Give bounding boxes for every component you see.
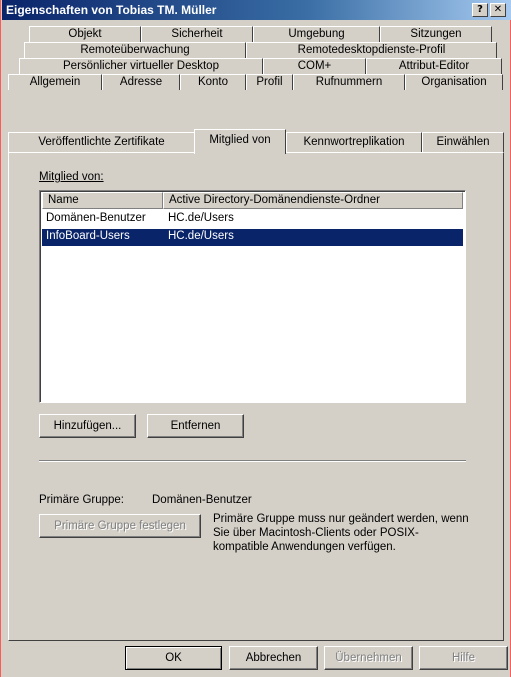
- tab-rufnummern[interactable]: Rufnummern: [293, 74, 405, 90]
- tab-allgemein[interactable]: Allgemein: [8, 74, 102, 90]
- group-name: Domänen-Benutzer: [46, 212, 146, 224]
- tab-label: Rufnummern: [315, 76, 383, 88]
- member-of-label: Mitglied von:: [39, 171, 104, 183]
- tab-remotedesktopdienste-profil[interactable]: Remotedesktopdienste-Profil: [246, 42, 497, 58]
- column-header-folder[interactable]: Active Directory-Domänendienste-Ordner: [163, 192, 463, 209]
- set-primary-group-button[interactable]: Primäre Gruppe festlegen: [39, 514, 201, 538]
- member-of-list[interactable]: Name Active Directory-Domänendienste-Ord…: [39, 190, 466, 403]
- tab-label: Remotedesktopdienste-Profil: [297, 44, 446, 56]
- tab-label: Allgemein: [29, 76, 81, 88]
- window-title: Eigenschaften von Tobias TM. Müller: [6, 3, 217, 17]
- help-button[interactable]: Hilfe: [419, 646, 508, 670]
- primary-group-description: Primäre Gruppe muss nur geändert werden,…: [213, 513, 469, 553]
- tab-com-plus[interactable]: COM+: [263, 58, 366, 74]
- tab-einwaehlen[interactable]: Einwählen: [422, 132, 504, 152]
- column-header-name[interactable]: Name: [42, 192, 163, 209]
- close-icon[interactable]: ✕: [490, 3, 506, 17]
- tab-label: Umgebung: [288, 28, 345, 40]
- tab-label: Einwählen: [436, 136, 490, 148]
- tab-label: Persönlicher virtueller Desktop: [63, 60, 219, 72]
- remove-button[interactable]: Entfernen: [147, 414, 244, 438]
- tab-label: Adresse: [119, 76, 163, 88]
- tab-attribut-editor[interactable]: Attribut-Editor: [366, 58, 502, 74]
- add-button[interactable]: Hinzufügen...: [39, 414, 136, 438]
- tab-label: Sicherheit: [171, 28, 223, 40]
- tab-label: Sitzungen: [410, 28, 462, 40]
- tab-veroeffentlichte-zertifikate[interactable]: Veröffentlichte Zertifikate: [8, 132, 195, 152]
- tab-label: Objekt: [68, 28, 102, 40]
- properties-dialog: Eigenschaften von Tobias TM. Müller ? ✕ …: [0, 0, 511, 677]
- tab-label: Mitglied von: [209, 134, 271, 146]
- primary-group-value: Domänen-Benutzer: [152, 494, 252, 506]
- cancel-button[interactable]: Abbrechen: [229, 646, 318, 670]
- tab-adresse[interactable]: Adresse: [102, 74, 180, 90]
- tab-konto[interactable]: Konto: [180, 74, 246, 90]
- tab-kennwortreplikation[interactable]: Kennwortreplikation: [286, 132, 422, 152]
- tab-label: Organisation: [421, 76, 487, 88]
- ok-button[interactable]: OK: [125, 646, 222, 670]
- tab-label: Veröffentlichte Zertifikate: [38, 136, 165, 148]
- tab-sicherheit[interactable]: Sicherheit: [141, 26, 253, 42]
- list-item[interactable]: Domänen-Benutzer HC.de/Users: [42, 211, 463, 228]
- tab-label: Kennwortreplikation: [303, 136, 405, 148]
- title-bar[interactable]: Eigenschaften von Tobias TM. Müller ? ✕: [2, 0, 511, 20]
- tab-umgebung[interactable]: Umgebung: [253, 26, 380, 42]
- list-item-selected[interactable]: InfoBoard-Users HC.de/Users: [42, 229, 463, 246]
- help-icon[interactable]: ?: [472, 3, 488, 17]
- group-folder: HC.de/Users: [168, 230, 234, 242]
- tab-persoenlicher-virtueller-desktop[interactable]: Persönlicher virtueller Desktop: [19, 58, 263, 74]
- group-name: InfoBoard-Users: [46, 230, 130, 242]
- apply-button[interactable]: Übernehmen: [324, 646, 413, 670]
- tab-profil[interactable]: Profil: [246, 74, 293, 90]
- tab-label: COM+: [297, 60, 332, 72]
- tab-organisation[interactable]: Organisation: [405, 74, 503, 90]
- tab-label: Attribut-Editor: [398, 60, 470, 72]
- tab-remoteueberwachung[interactable]: Remoteüberwachung: [24, 42, 246, 58]
- tab-sitzungen[interactable]: Sitzungen: [380, 26, 492, 42]
- tab-objekt[interactable]: Objekt: [29, 26, 141, 42]
- primary-group-label: Primäre Gruppe:: [39, 494, 125, 506]
- tab-mitglied-von[interactable]: Mitglied von: [194, 129, 286, 154]
- tab-label: Profil: [256, 76, 283, 88]
- tab-label: Remoteüberwachung: [80, 44, 190, 56]
- group-folder: HC.de/Users: [168, 212, 234, 224]
- separator: [39, 460, 466, 462]
- tab-label: Konto: [197, 76, 229, 88]
